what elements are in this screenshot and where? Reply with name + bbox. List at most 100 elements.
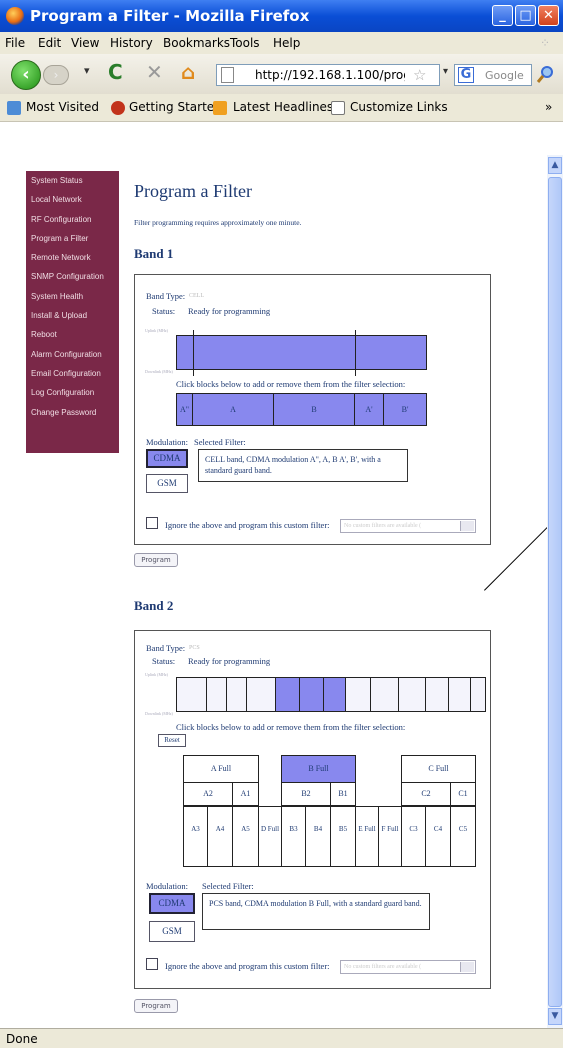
chevron-down-icon [460, 962, 474, 972]
vertical-scrollbar[interactable]: ▲ ▼ [547, 155, 563, 1028]
sidebar-item-alarm-configuration[interactable]: Alarm Configuration [26, 345, 119, 364]
block-c-full[interactable]: C Full [401, 755, 476, 783]
uplink-label: Uplink (MHz) [145, 328, 168, 333]
block-b5[interactable]: B5 [330, 806, 356, 867]
sidebar-item-local-network[interactable]: Local Network [26, 190, 119, 209]
block-a4[interactable]: A4 [207, 806, 233, 867]
google-icon[interactable]: G [458, 67, 474, 83]
block-b2[interactable]: B2 [281, 782, 331, 806]
block-c4[interactable]: C4 [425, 806, 451, 867]
ignore-checkbox[interactable] [146, 517, 158, 529]
bookmark-star-icon[interactable]: ☆ [413, 66, 426, 84]
sidebar-item-install-upload[interactable]: Install & Upload [26, 306, 119, 325]
bookmark-latest-headlines[interactable]: Latest Headlines [233, 100, 333, 114]
block-a1[interactable]: A1 [232, 782, 259, 806]
throbber-icon: ⁘ [540, 36, 551, 50]
band-type-value: PCS [189, 645, 200, 651]
close-button[interactable]: ✕ [538, 5, 559, 26]
block-b-prime[interactable]: B' [383, 393, 427, 426]
url-dropdown-icon[interactable]: ▾ [443, 66, 448, 77]
getting-started-icon [111, 101, 125, 115]
band-type-label: Band Type: [146, 643, 186, 653]
sidebar-item-log-configuration[interactable]: Log Configuration [26, 383, 119, 402]
block-b1[interactable]: B1 [330, 782, 356, 806]
bookmarks-overflow-icon[interactable]: » [545, 100, 552, 114]
gsm-button[interactable]: GSM [146, 474, 188, 493]
selected-filter-label: Selected Filter: [202, 881, 254, 891]
block-a5[interactable]: A5 [232, 806, 259, 867]
title-bar: Program a Filter - Mozilla Firefox _ □ ✕ [0, 0, 563, 32]
history-dropdown-icon[interactable]: ▾ [84, 64, 90, 77]
stop-button[interactable]: ✕ [146, 60, 163, 84]
sidebar-item-remote-network[interactable]: Remote Network [26, 248, 119, 267]
sidebar-item-snmp-configuration[interactable]: SNMP Configuration [26, 267, 119, 286]
reset-button[interactable]: Reset [158, 734, 186, 747]
block-a-prime[interactable]: A' [354, 393, 384, 426]
menu-tools[interactable]: Tools [230, 36, 260, 50]
spectrum-divider [355, 330, 356, 376]
band1-program-button[interactable]: Program [134, 553, 178, 567]
block-c3[interactable]: C3 [401, 806, 426, 867]
callout-line [484, 526, 547, 591]
block-e-full[interactable]: E Full [355, 806, 379, 867]
scroll-up-arrow[interactable]: ▲ [548, 157, 562, 174]
search-icon[interactable] [536, 64, 556, 84]
block-a[interactable]: A [192, 393, 274, 426]
custom-filter-select[interactable]: No custom filters are available ( [340, 960, 476, 974]
band2-program-button[interactable]: Program [134, 999, 178, 1013]
sidebar-item-program-a-filter[interactable]: Program a Filter [26, 229, 119, 248]
custom-filter-select[interactable]: No custom filters are available ( [340, 519, 476, 533]
spectrum-divider [323, 677, 324, 712]
block-d-full[interactable]: D Full [258, 806, 282, 867]
back-button[interactable]: ‹ [11, 60, 41, 90]
reload-button[interactable]: C [108, 60, 123, 84]
block-f-full[interactable]: F Full [378, 806, 402, 867]
menu-help[interactable]: Help [273, 36, 300, 50]
search-bar[interactable]: G Google [454, 64, 532, 86]
block-b4[interactable]: B4 [305, 806, 331, 867]
block-a2[interactable]: A2 [183, 782, 233, 806]
scroll-down-arrow[interactable]: ▼ [548, 1008, 562, 1025]
sidebar-item-rf-configuration[interactable]: RF Configuration [26, 210, 119, 229]
band-type-value: CELL [189, 293, 204, 299]
sidebar-item-change-password[interactable]: Change Password [26, 403, 119, 422]
home-button[interactable]: ⌂ [181, 60, 195, 84]
bookmark-most-visited[interactable]: Most Visited [26, 100, 99, 114]
menu-view[interactable]: View [71, 36, 99, 50]
sidebar-item-system-health[interactable]: System Health [26, 287, 119, 306]
sidebar-item-email-configuration[interactable]: Email Configuration [26, 364, 119, 383]
block-c2[interactable]: C2 [401, 782, 451, 806]
cdma-button[interactable]: CDMA [149, 893, 195, 914]
maximize-button[interactable]: □ [515, 5, 536, 26]
menu-bookmarks[interactable]: Bookmarks [163, 36, 230, 50]
bookmark-customize-links[interactable]: Customize Links [350, 100, 448, 114]
ignore-label: Ignore the above and program this custom… [165, 520, 330, 530]
sidebar-item-reboot[interactable]: Reboot [26, 325, 119, 344]
block-b-full[interactable]: B Full [281, 755, 356, 783]
url-bar[interactable]: http://192.168.1.100/progr ☆ [216, 64, 440, 86]
firefox-logo-icon [6, 7, 24, 25]
scrollbar-thumb[interactable] [548, 177, 562, 1007]
sidebar-nav: System Status Local Network RF Configura… [26, 171, 119, 453]
menu-edit[interactable]: Edit [38, 36, 61, 50]
block-a-double-prime[interactable]: A" [176, 393, 193, 426]
block-c5[interactable]: C5 [450, 806, 476, 867]
spectrum-divider [226, 677, 227, 712]
menu-file[interactable]: File [5, 36, 25, 50]
minimize-button[interactable]: _ [492, 5, 513, 26]
block-c1[interactable]: C1 [450, 782, 476, 806]
band-type-label: Band Type: [146, 291, 186, 301]
block-b[interactable]: B [273, 393, 355, 426]
forward-button[interactable]: › [43, 65, 69, 85]
menu-history[interactable]: History [110, 36, 153, 50]
bookmark-getting-started[interactable]: Getting Started [129, 100, 222, 114]
block-b3[interactable]: B3 [281, 806, 306, 867]
cdma-button[interactable]: CDMA [146, 449, 188, 468]
gsm-button[interactable]: GSM [149, 921, 195, 942]
block-a3[interactable]: A3 [183, 806, 208, 867]
spectrum-divider [246, 677, 247, 712]
band1-spectrum [176, 335, 427, 370]
sidebar-item-system-status[interactable]: System Status [26, 171, 119, 190]
block-a-full[interactable]: A Full [183, 755, 259, 783]
ignore-checkbox[interactable] [146, 958, 158, 970]
